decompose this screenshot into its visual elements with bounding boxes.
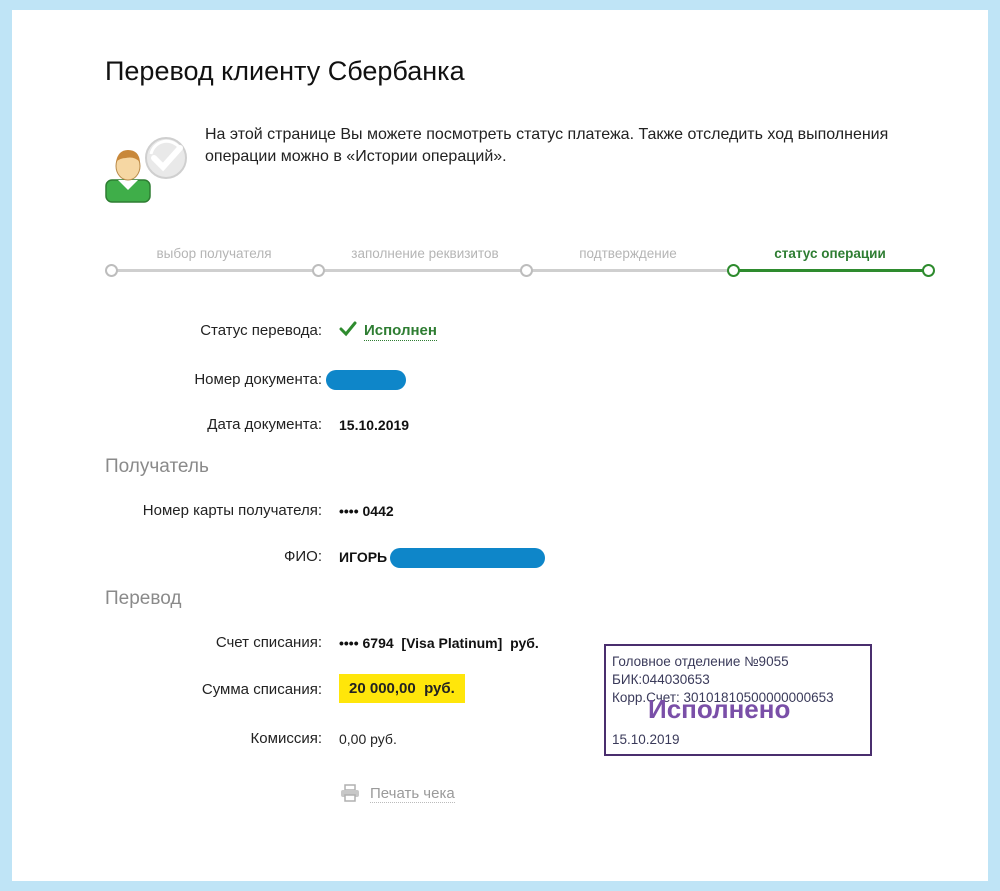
step-label-confirmation: подтверждение xyxy=(579,246,677,261)
status-value[interactable]: Исполнен xyxy=(364,322,437,341)
page-panel: Перевод клиенту Сбербанка На этой страни… xyxy=(12,10,988,881)
recipient-name-value: ИГОРЬ xyxy=(339,549,388,565)
redaction-mark xyxy=(390,548,545,568)
step-label-select-recipient: выбор получателя xyxy=(156,246,272,261)
debit-amount-value: 20 000,00 руб. xyxy=(339,674,465,703)
step-dot-1 xyxy=(105,264,118,277)
info-text: На этой странице Вы можете посмотреть ст… xyxy=(205,126,889,165)
bank-stamp: Головное отделение №9055 БИК:044030653 К… xyxy=(604,644,872,756)
step-dot-3 xyxy=(520,264,533,277)
document-date-value: 15.10.2019 xyxy=(339,417,410,433)
step-dot-5 xyxy=(922,264,935,277)
user-avatar-icon xyxy=(104,132,194,204)
debit-account-value: •••• 6794 [Visa Platinum] руб. xyxy=(339,635,539,651)
section-title-transfer: Перевод xyxy=(105,588,182,609)
stamp-date: 15.10.2019 xyxy=(612,732,680,747)
section-title-recipient: Получатель xyxy=(105,456,209,477)
document-number-label: Номер документа: xyxy=(194,371,322,388)
recipient-card-label: Номер карты получателя: xyxy=(142,502,322,519)
recipient-name-label: ФИО: xyxy=(283,548,322,565)
check-icon xyxy=(339,320,357,343)
progress-track-active xyxy=(734,269,928,272)
debit-amount-label: Сумма списания: xyxy=(201,681,322,698)
progress-track xyxy=(111,269,733,272)
printer-icon[interactable] xyxy=(340,784,360,807)
document-date-label: Дата документа: xyxy=(207,416,322,433)
step-label-operation-status: статус операции xyxy=(774,246,886,261)
stamp-executed: Исполнено xyxy=(648,694,791,724)
step-dot-2 xyxy=(312,264,325,277)
fee-label: Комиссия: xyxy=(250,730,322,747)
print-receipt-link[interactable]: Печать чека xyxy=(370,785,455,803)
fee-value: 0,00 руб. xyxy=(339,731,397,747)
stamp-bik: БИК:044030653 xyxy=(612,672,710,687)
stamp-branch: Головное отделение №9055 xyxy=(612,654,789,669)
recipient-card-value: •••• 0442 xyxy=(339,503,394,519)
step-label-fill-details: заполнение реквизитов xyxy=(351,246,499,261)
page-title: Перевод клиенту Сбербанка xyxy=(105,56,465,86)
status-label: Статус перевода: xyxy=(200,322,322,339)
step-dot-4 xyxy=(727,264,740,277)
redaction-mark xyxy=(326,370,406,390)
debit-account-label: Счет списания: xyxy=(215,634,322,651)
